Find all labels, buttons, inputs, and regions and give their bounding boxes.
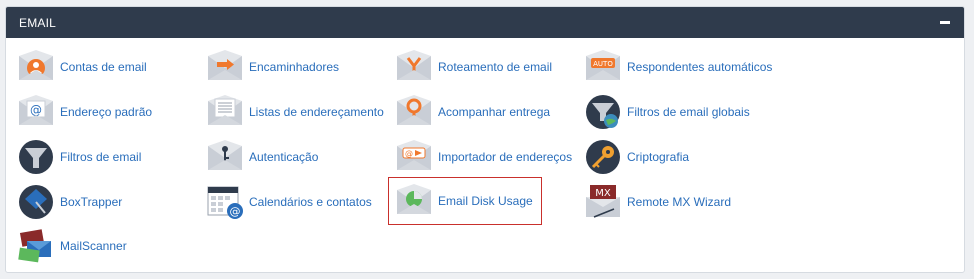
track-delivery-icon bbox=[397, 95, 431, 125]
item-label[interactable]: Calendários e contatos bbox=[249, 195, 372, 209]
item-respondentes-automaticos[interactable]: AUTO Respondentes automáticos bbox=[584, 46, 772, 88]
item-label[interactable]: Remote MX Wizard bbox=[627, 195, 731, 209]
collapse-icon[interactable] bbox=[938, 16, 952, 30]
item-contas-de-email[interactable]: Contas de email bbox=[17, 46, 147, 88]
item-label[interactable]: Autenticação bbox=[249, 150, 318, 164]
calendars-contacts-icon: @ bbox=[207, 186, 243, 219]
email-panel: EMAIL Contas de email Encaminhadores Rot… bbox=[5, 6, 965, 273]
item-calendarios-e-contatos[interactable]: @ Calendários e contatos bbox=[206, 181, 372, 223]
encryption-icon bbox=[586, 140, 620, 174]
item-label[interactable]: Criptografia bbox=[627, 150, 689, 164]
svg-text:MX: MX bbox=[595, 188, 611, 199]
item-label[interactable]: Filtros de email bbox=[60, 150, 141, 164]
item-label[interactable]: MailScanner bbox=[60, 239, 127, 253]
panel-header: EMAIL bbox=[6, 7, 964, 38]
email-disk-usage-icon bbox=[397, 184, 431, 214]
item-email-disk-usage[interactable]: Email Disk Usage bbox=[388, 177, 542, 225]
forwarders-icon bbox=[208, 50, 242, 80]
mailing-lists-icon bbox=[208, 95, 242, 125]
authentication-icon bbox=[208, 140, 242, 170]
item-importador-de-enderecos[interactable]: @ Importador de endereços bbox=[395, 136, 572, 178]
mailscanner-icon bbox=[18, 229, 51, 263]
item-label[interactable]: Encaminhadores bbox=[249, 60, 339, 74]
email-routing-icon bbox=[397, 50, 431, 80]
item-acompanhar-entrega[interactable]: Acompanhar entrega bbox=[395, 91, 550, 133]
item-autenticacao[interactable]: Autenticação bbox=[206, 136, 318, 178]
item-filtros-de-email[interactable]: Filtros de email bbox=[17, 136, 141, 178]
svg-text:@: @ bbox=[405, 149, 413, 158]
item-endereco-padrao[interactable]: @ Endereço padrão bbox=[17, 91, 152, 133]
item-encaminhadores[interactable]: Encaminhadores bbox=[206, 46, 339, 88]
item-label[interactable]: Importador de endereços bbox=[438, 150, 572, 164]
item-roteamento-de-email[interactable]: Roteamento de email bbox=[395, 46, 552, 88]
default-address-icon: @ bbox=[19, 95, 53, 125]
item-filtros-de-email-globais[interactable]: Filtros de email globais bbox=[584, 91, 750, 133]
address-importer-icon: @ bbox=[397, 140, 431, 170]
autoresponders-icon: AUTO bbox=[586, 50, 620, 80]
svg-text:AUTO: AUTO bbox=[593, 60, 613, 68]
item-label[interactable]: BoxTrapper bbox=[60, 195, 122, 209]
boxtrapper-icon bbox=[19, 185, 53, 219]
item-label[interactable]: Contas de email bbox=[60, 60, 147, 74]
global-email-filters-icon bbox=[586, 95, 620, 129]
item-boxtrapper[interactable]: BoxTrapper bbox=[17, 181, 122, 223]
email-accounts-icon bbox=[19, 50, 53, 80]
item-label[interactable]: Endereço padrão bbox=[60, 105, 152, 119]
svg-text:@: @ bbox=[30, 103, 42, 117]
svg-text:@: @ bbox=[230, 205, 241, 218]
item-label[interactable]: Roteamento de email bbox=[438, 60, 552, 74]
item-remote-mx-wizard[interactable]: MX Remote MX Wizard bbox=[584, 181, 731, 223]
email-filters-icon bbox=[19, 140, 53, 174]
item-listas-de-enderecamento[interactable]: Listas de endereçamento bbox=[206, 91, 384, 133]
panel-title: EMAIL bbox=[19, 15, 57, 30]
remote-mx-wizard-icon: MX bbox=[586, 185, 620, 218]
item-label[interactable]: Acompanhar entrega bbox=[438, 105, 550, 119]
item-label[interactable]: Respondentes automáticos bbox=[627, 60, 772, 74]
item-label[interactable]: Filtros de email globais bbox=[627, 105, 750, 119]
item-criptografia[interactable]: Criptografia bbox=[584, 136, 689, 178]
item-label[interactable]: Listas de endereçamento bbox=[249, 105, 384, 119]
item-label[interactable]: Email Disk Usage bbox=[438, 194, 533, 208]
item-mailscanner[interactable]: MailScanner bbox=[17, 225, 127, 267]
